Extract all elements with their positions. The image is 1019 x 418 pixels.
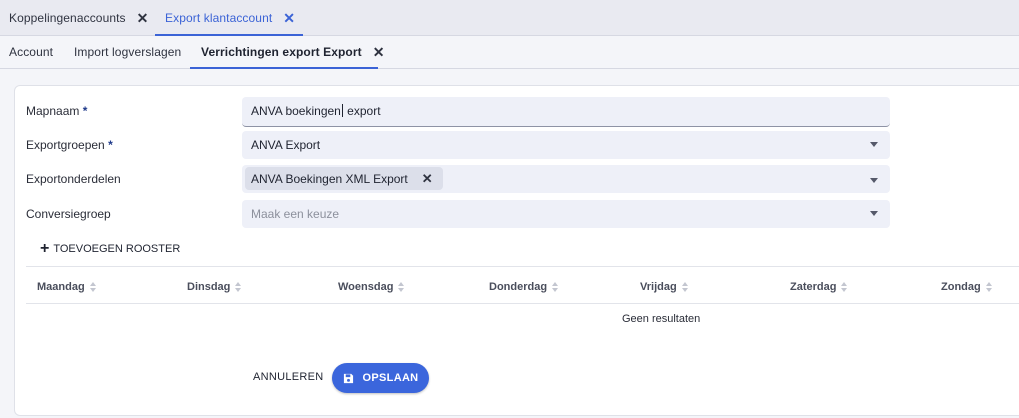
- sort-icon: [985, 282, 993, 292]
- selected-chip: ANVA Boekingen XML Export ✕: [245, 167, 443, 190]
- chevron-down-icon[interactable]: [870, 211, 878, 216]
- column-label: Maandag: [37, 281, 85, 293]
- column-woensdag[interactable]: Woensdag: [338, 281, 405, 293]
- sort-icon: [89, 282, 97, 292]
- column-label: Zondag: [941, 281, 981, 293]
- label-text: Exportonderdelen: [26, 172, 121, 186]
- tab-label: Account: [9, 45, 54, 59]
- exportonderdelen-multiselect[interactable]: ANVA Boekingen XML Export ✕: [242, 165, 890, 193]
- text-cursor: [341, 104, 343, 117]
- tab-label: Koppelingenaccounts: [9, 10, 126, 25]
- close-icon[interactable]: ✕: [373, 45, 385, 59]
- tab-import-logverslagen[interactable]: Import logverslagen: [74, 36, 181, 68]
- column-label: Woensdag: [338, 281, 394, 293]
- column-label: Zaterdag: [790, 281, 837, 293]
- tab-account[interactable]: Account: [9, 36, 53, 68]
- column-donderdag[interactable]: Donderdag: [489, 281, 559, 293]
- tab-export-klantaccount[interactable]: Export klantaccount ✕: [155, 0, 303, 36]
- conversiegroep-label: Conversiegroep: [26, 207, 111, 221]
- label-text: Mapnaam: [26, 104, 80, 118]
- sort-icon: [398, 282, 405, 292]
- exportgroepen-label: Exportgroepen *: [26, 138, 113, 152]
- column-vrijdag[interactable]: Vrijdag: [640, 281, 689, 293]
- mapnaam-label: Mapnaam *: [26, 104, 87, 118]
- tab-label: Import logverslagen: [74, 45, 182, 59]
- exportonderdelen-label: Exportonderdelen: [26, 172, 121, 186]
- column-label: Vrijdag: [640, 281, 677, 293]
- column-maandag[interactable]: Maandag: [37, 281, 97, 293]
- input-value-after-cursor: export: [343, 104, 381, 118]
- chevron-down-icon[interactable]: [870, 142, 878, 147]
- sort-icon: [681, 282, 689, 292]
- sort-icon: [841, 282, 848, 292]
- active-tab-indicator: [190, 67, 378, 69]
- column-label: Donderdag: [489, 281, 548, 293]
- column-zaterdag[interactable]: Zaterdag: [790, 281, 848, 293]
- sort-icon: [552, 282, 559, 292]
- add-schedule-button[interactable]: + TOEVOEGEN ROOSTER: [40, 241, 180, 257]
- input-value: ANVA boekingen export: [251, 104, 381, 118]
- plus-icon: +: [40, 240, 50, 257]
- tab-label: Export klantaccount: [165, 10, 273, 25]
- label-text: Exportgroepen: [26, 138, 105, 152]
- column-label: Dinsdag: [187, 281, 231, 293]
- save-button[interactable]: OPSLAAN: [332, 363, 429, 393]
- mapnaam-input[interactable]: ANVA boekingen export: [242, 97, 890, 127]
- exportgroepen-select[interactable]: ANVA Export: [242, 131, 890, 159]
- column-zondag[interactable]: Zondag: [941, 281, 993, 293]
- input-value-before-cursor: ANVA boekingen: [251, 104, 341, 118]
- sub-tab-bar: Account Import logverslagen Verrichtinge…: [0, 36, 1019, 69]
- close-icon[interactable]: ✕: [283, 11, 295, 25]
- cancel-button[interactable]: ANNULEREN: [253, 371, 324, 383]
- remove-chip-icon[interactable]: ✕: [422, 171, 433, 187]
- empty-table-message: Geen resultaten: [622, 313, 701, 325]
- chevron-down-icon[interactable]: [870, 178, 878, 183]
- required-marker: *: [82, 104, 88, 118]
- sort-icon: [235, 282, 242, 292]
- tab-verrichtingen-export[interactable]: Verrichtingen export Export ✕: [190, 36, 384, 69]
- required-marker: *: [108, 138, 113, 152]
- chip-label: ANVA Boekingen XML Export: [251, 171, 408, 186]
- column-dinsdag[interactable]: Dinsdag: [187, 281, 242, 293]
- button-label: OPSLAAN: [362, 372, 419, 384]
- save-icon: [343, 373, 353, 383]
- button-label: TOEVOEGEN ROOSTER: [53, 243, 181, 255]
- select-value: ANVA Export: [251, 138, 321, 152]
- close-icon[interactable]: ✕: [137, 11, 149, 25]
- tab-koppelingenaccounts[interactable]: Koppelingenaccounts ✕: [9, 0, 148, 35]
- label-text: Conversiegroep: [26, 207, 111, 221]
- tab-label: Verrichtingen export Export: [201, 45, 362, 59]
- schedule-table-header: Maandag Dinsdag Woensdag Donderdag Vrijd…: [26, 266, 1019, 304]
- conversiegroep-select[interactable]: Maak een keuze: [242, 200, 890, 228]
- top-tab-bar: Koppelingenaccounts ✕ Export klantaccoun…: [0, 0, 1019, 36]
- select-placeholder: Maak een keuze: [251, 207, 340, 221]
